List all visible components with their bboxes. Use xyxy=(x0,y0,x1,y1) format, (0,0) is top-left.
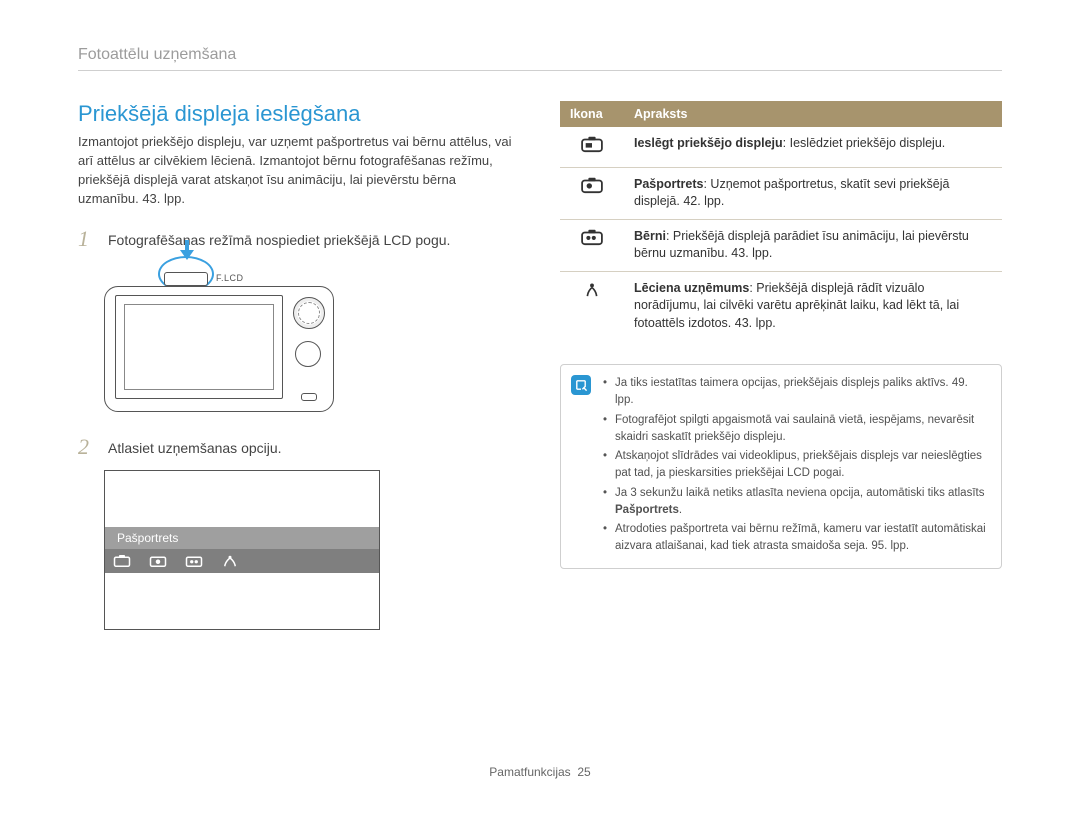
table-cell-desc: Bērni: Priekšējā displejā parādiet īsu a… xyxy=(624,219,1002,271)
table-cell-desc: Lēciena uzņēmums: Priekšējā displejā rād… xyxy=(624,271,1002,340)
camera-mode-dial-icon xyxy=(293,297,325,329)
step-2: 2 Atlasiet uzņemšanas opciju. xyxy=(78,436,520,458)
front-off-icon xyxy=(113,554,131,568)
camera-illustration: F.LCD xyxy=(104,262,520,412)
note-item: Atrodoties pašportreta vai bērnu režīmā,… xyxy=(603,521,989,556)
left-column: Priekšējā displeja ieslēgšana Izmantojot… xyxy=(78,101,520,630)
front-off-icon xyxy=(580,135,604,153)
note-item: Ja tiks iestatītas taimera opcijas, prie… xyxy=(603,375,989,410)
right-column: Ikona Apraksts Ieslēgt priekšējo displej… xyxy=(560,101,1002,630)
step-2-number: 2 xyxy=(78,436,98,458)
step-1-text: Fotografēšanas režīmā nospiediet priekšē… xyxy=(108,228,450,250)
self-portrait-icon xyxy=(149,554,167,568)
option-menu-illustration: Pašportrets xyxy=(104,470,380,630)
self-portrait-icon xyxy=(580,176,604,194)
camera-body xyxy=(104,286,334,412)
table-cell-desc: Pašportrets: Uzņemot pašportretus, skatī… xyxy=(624,167,1002,219)
section-intro: Izmantojot priekšējo displeju, var uzņem… xyxy=(78,133,520,208)
table-row: Pašportrets: Uzņemot pašportretus, skatī… xyxy=(560,167,1002,219)
note-item: Fotografējot spilgti apgaismotā vai saul… xyxy=(603,412,989,447)
header-title: Fotoattēlu uzņemšana xyxy=(78,46,236,63)
camera-dpad-icon xyxy=(295,341,321,367)
table-row: Ieslēgt priekšējo displeju: Ieslēdziet p… xyxy=(560,127,1002,167)
note-item: Atskaņojot slīdrādes vai videoklipus, pr… xyxy=(603,448,989,483)
notes-box: Ja tiks iestatītas taimera opcijas, prie… xyxy=(560,364,1002,569)
page-header: Fotoattēlu uzņemšana xyxy=(78,46,1002,71)
table-row: Lēciena uzņēmums: Priekšējā displejā rād… xyxy=(560,271,1002,340)
children-icon xyxy=(185,554,203,568)
jump-icon xyxy=(221,554,239,568)
step-1-number: 1 xyxy=(78,228,98,250)
footer-section: Pamatfunkcijas xyxy=(489,765,570,779)
camera-flcd-label: F.LCD xyxy=(216,273,244,283)
jump-icon xyxy=(582,280,602,300)
children-icon xyxy=(580,228,604,246)
camera-rear-screen xyxy=(115,295,283,399)
step-1: 1 Fotografēšanas režīmā nospiediet priek… xyxy=(78,228,520,250)
section-title: Priekšējā displeja ieslēgšana xyxy=(78,101,520,127)
icon-description-table: Ikona Apraksts Ieslēgt priekšējo displej… xyxy=(560,101,1002,340)
note-item: Ja 3 sekunžu laikā netiks atlasīta nevie… xyxy=(603,485,989,520)
footer-page: 25 xyxy=(577,765,590,779)
note-icon xyxy=(571,375,591,395)
option-menu-label: Pašportrets xyxy=(105,527,379,549)
table-head-desc: Apraksts xyxy=(624,101,1002,127)
table-head-icon: Ikona xyxy=(560,101,624,127)
page-footer: Pamatfunkcijas 25 xyxy=(0,765,1080,779)
camera-small-button-icon xyxy=(301,393,317,401)
camera-flcd-button xyxy=(164,272,208,286)
table-row: Bērni: Priekšējā displejā parādiet īsu a… xyxy=(560,219,1002,271)
table-cell-desc: Ieslēgt priekšējo displeju: Ieslēdziet p… xyxy=(624,127,1002,167)
step-2-text: Atlasiet uzņemšanas opciju. xyxy=(108,436,282,458)
